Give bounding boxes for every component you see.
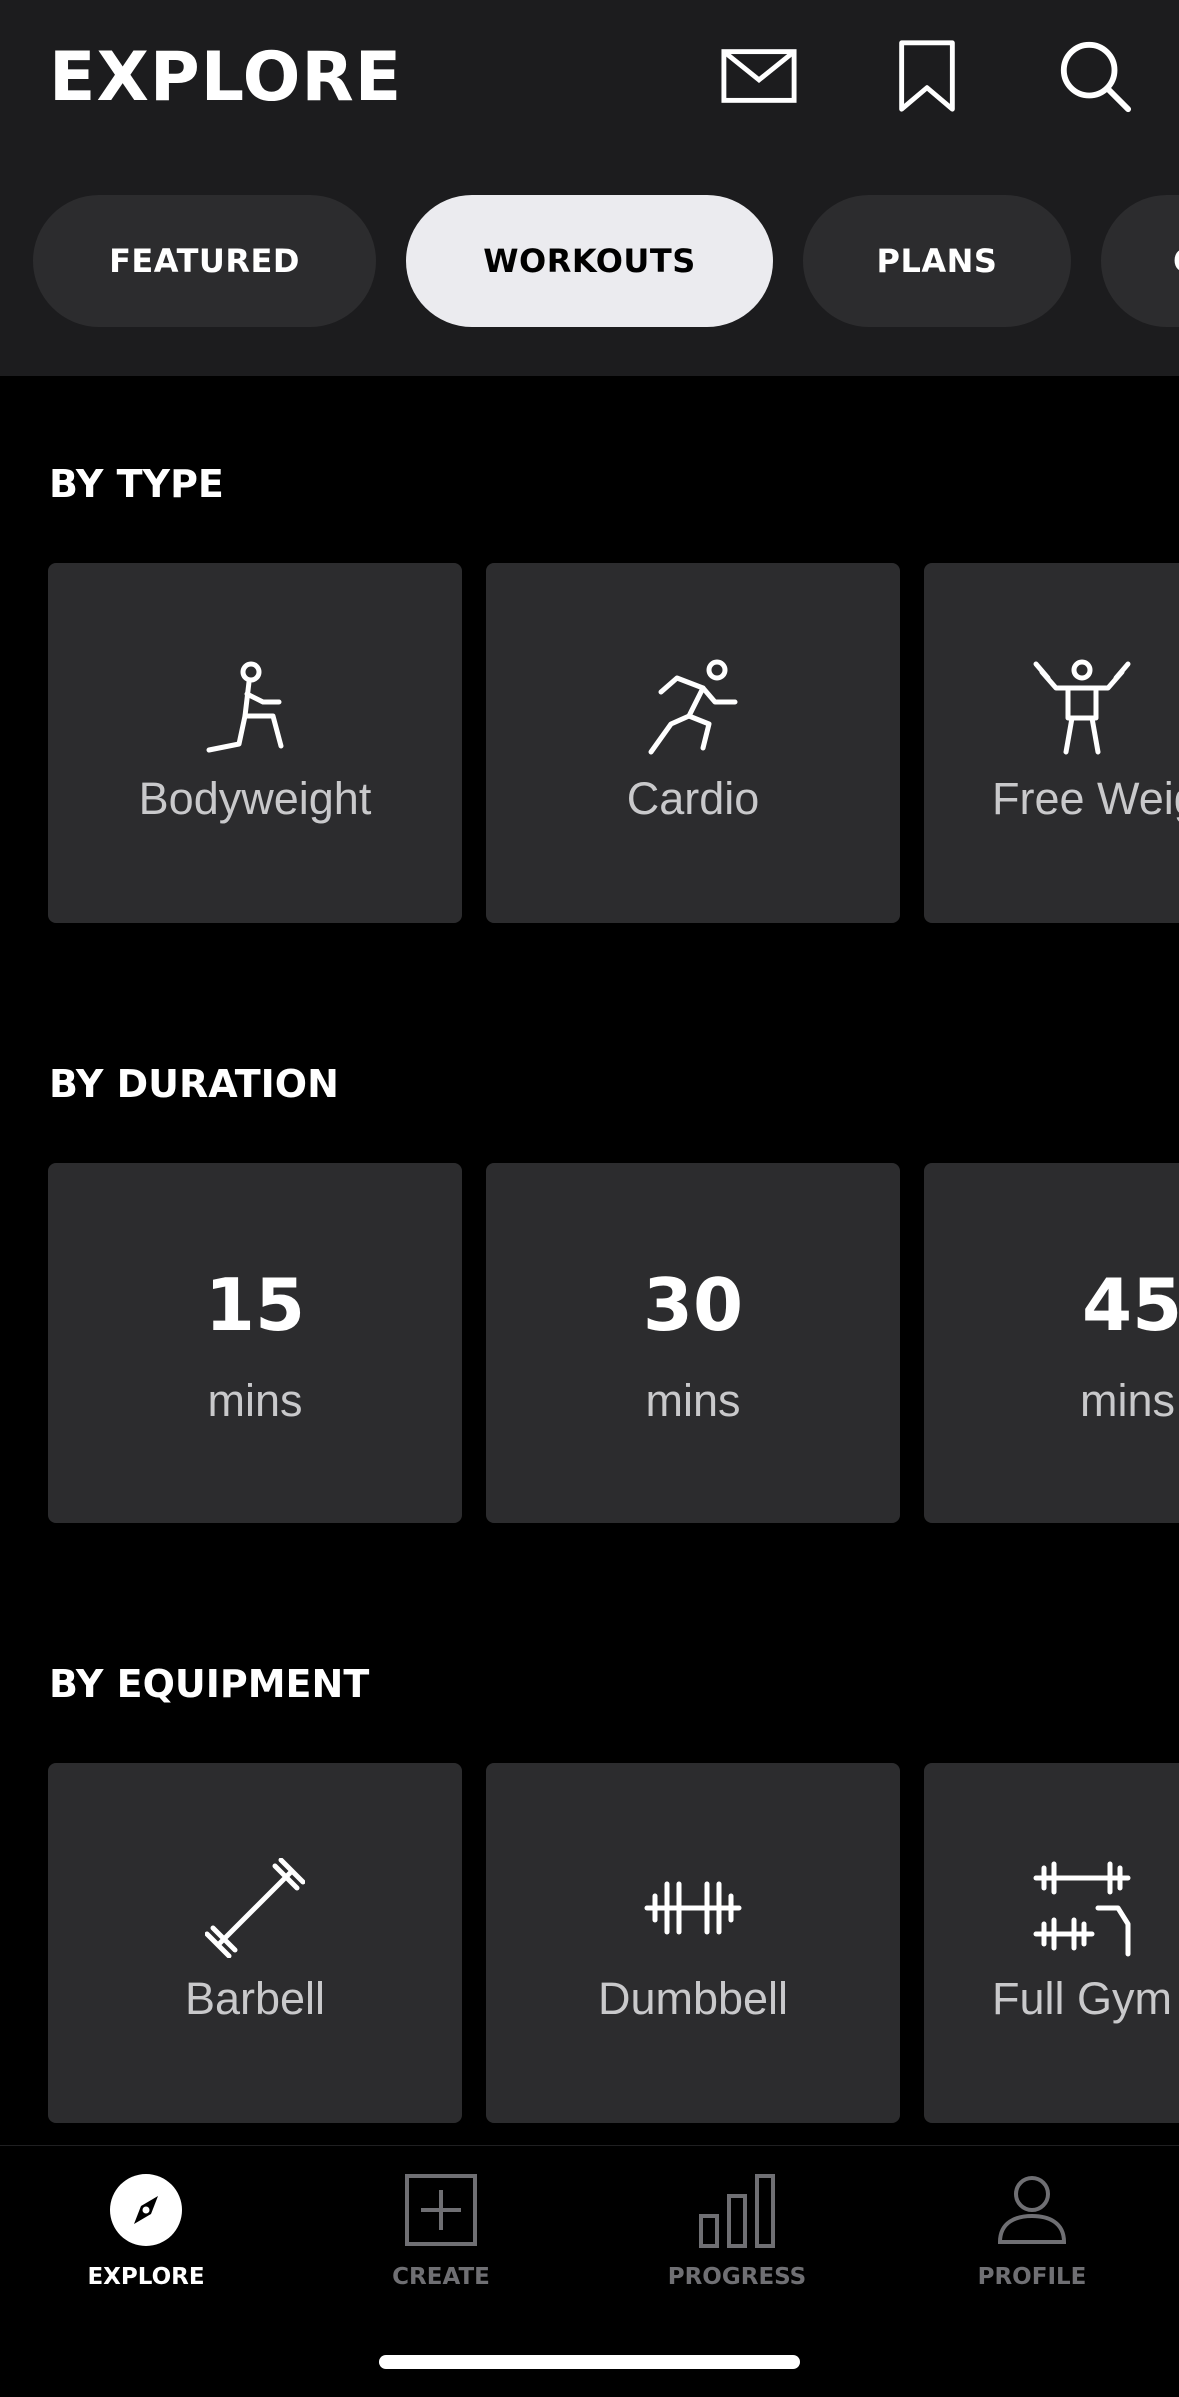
duration-value: 45 (1082, 1263, 1179, 1347)
nav-label: EXPLORE (87, 2264, 205, 2290)
section-title-by-equipment: BY EQUIPMENT (49, 1662, 370, 1706)
type-card-free-weights[interactable]: Free Weights (924, 563, 1179, 923)
type-card-bodyweight[interactable]: Bodyweight (48, 563, 462, 923)
tab-workouts[interactable]: WORKOUTS (406, 195, 773, 327)
dumbbell-icon (644, 1881, 742, 1935)
tab-collections[interactable]: C (1101, 195, 1179, 327)
compass-icon (110, 2174, 182, 2246)
bookmark-icon (899, 40, 955, 112)
duration-value: 15 (204, 1263, 306, 1347)
cardio-icon (648, 659, 738, 755)
nav-create[interactable]: CREATE (321, 2170, 561, 2290)
nav-explore[interactable]: EXPLORE (26, 2170, 266, 2290)
free-weights-icon (1033, 659, 1131, 755)
tab-plans[interactable]: PLANS (803, 195, 1071, 327)
type-card-label: Free Weights (992, 773, 1179, 824)
bar-chart-icon (699, 2174, 775, 2248)
duration-card-45[interactable]: 45 mins (924, 1163, 1179, 1523)
equipment-card-label: Full Gym (992, 1973, 1172, 2024)
duration-value: 30 (642, 1263, 744, 1347)
equipment-card-barbell[interactable]: Barbell (48, 1763, 462, 2123)
equipment-card-dumbbell[interactable]: Dumbbell (486, 1763, 900, 2123)
nav-progress[interactable]: PROGRESS (617, 2170, 857, 2290)
mail-icon (721, 49, 797, 103)
by-duration-row: 15 mins 30 mins 45 mins (0, 1163, 1179, 1525)
nav-label: PROFILE (977, 2264, 1087, 2290)
page-title: EXPLORE (49, 38, 403, 117)
barbell-icon (205, 1858, 305, 1958)
bodyweight-icon (206, 661, 284, 753)
saved-button[interactable] (887, 36, 967, 116)
full-gym-icon (1033, 1861, 1131, 1957)
type-card-label: Bodyweight (138, 773, 372, 824)
search-button[interactable] (1055, 36, 1135, 116)
duration-unit: mins (645, 1375, 741, 1426)
duration-card-15[interactable]: 15 mins (48, 1163, 462, 1523)
search-icon (1060, 41, 1132, 113)
by-type-row: Bodyweight Cardio Free Weights (0, 563, 1179, 925)
category-tabs: FEATURED WORKOUTS PLANS C (0, 195, 1179, 330)
nav-profile[interactable]: PROFILE (912, 2170, 1152, 2290)
tab-featured[interactable]: FEATURED (33, 195, 376, 327)
inbox-button[interactable] (719, 36, 799, 116)
equipment-card-label: Barbell (184, 1973, 326, 2024)
type-card-cardio[interactable]: Cardio (486, 563, 900, 923)
section-title-by-duration: BY DURATION (49, 1062, 339, 1106)
duration-unit: mins (207, 1375, 303, 1426)
home-indicator[interactable] (379, 2355, 800, 2369)
duration-unit: mins (1080, 1375, 1176, 1426)
header: EXPLORE FEATURED WORKOUTS PLANS C (0, 0, 1179, 376)
by-equipment-row: Barbell Dumbbell Full Gym (0, 1763, 1179, 2125)
equipment-card-label: Dumbbell (597, 1973, 789, 2024)
nav-label: CREATE (392, 2264, 490, 2290)
section-title-by-type: BY TYPE (49, 462, 224, 506)
equipment-card-full-gym[interactable]: Full Gym (924, 1763, 1179, 2123)
nav-label: PROGRESS (667, 2264, 807, 2290)
person-icon (997, 2176, 1067, 2244)
plus-square-icon (405, 2174, 477, 2246)
duration-card-30[interactable]: 30 mins (486, 1163, 900, 1523)
type-card-label: Cardio (626, 773, 760, 824)
